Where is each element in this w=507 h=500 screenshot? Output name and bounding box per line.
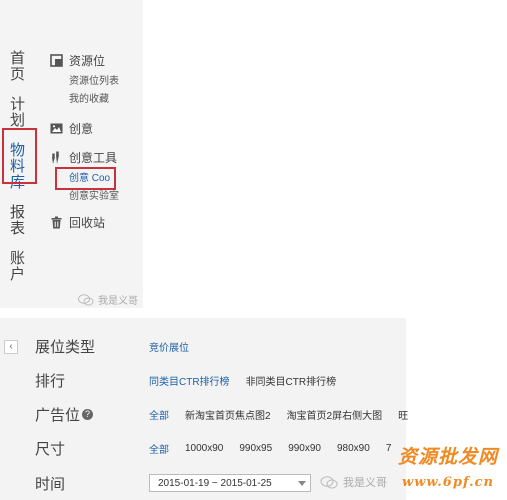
trash-icon: [50, 216, 63, 229]
filter-label: 排行: [35, 372, 66, 390]
filter-label: 展位类型: [35, 338, 96, 356]
filter-label: 广告位 ?: [35, 404, 149, 425]
filter-panel: ‹ 展位类型 竞价展位 排行 同类目CTR排行榜 非同类目CTR排行榜 广告位 …: [0, 318, 408, 500]
group-recycle-bin[interactable]: 回收站: [50, 214, 145, 230]
filter-option[interactable]: 同类目CTR排行榜: [149, 373, 230, 388]
filter-option[interactable]: 990x95: [239, 443, 272, 454]
watermark-text: 我是义哥: [98, 296, 138, 307]
filter-option[interactable]: 非同类目CTR排行榜: [246, 373, 337, 388]
highlight-box-nav: [2, 128, 37, 184]
filter-row-rank: 排行 同类目CTR排行榜 非同类目CTR排行榜: [35, 370, 352, 390]
filter-option[interactable]: 竞价展位: [149, 339, 189, 354]
wechat-icon: [78, 293, 94, 305]
nav-item-home[interactable]: 首页: [8, 50, 25, 82]
watermark-text: 我是义哥: [343, 477, 387, 489]
group-label: 创意工具: [69, 150, 118, 165]
nav-item-plan[interactable]: 计划: [8, 96, 25, 128]
filter-option[interactable]: 淘宝首页2屏右侧大图: [287, 407, 383, 422]
group-label: 创意: [69, 121, 94, 136]
brand-line-2: www.6pf.cn: [402, 475, 494, 490]
filter-option[interactable]: 旺: [398, 407, 408, 422]
help-icon[interactable]: ?: [82, 408, 94, 420]
filter-option[interactable]: 全部: [149, 441, 169, 456]
group-resource-slot[interactable]: 资源位: [50, 52, 145, 68]
group-creative-tools[interactable]: 创意工具: [50, 149, 145, 165]
filter-option[interactable]: 新淘宝首页焦点图2: [185, 407, 271, 422]
filter-option[interactable]: 980x90: [337, 443, 370, 454]
resource-icon: [50, 53, 63, 67]
wechat-icon: [320, 475, 338, 488]
collapse-arrow-icon[interactable]: ‹: [4, 340, 18, 354]
filter-row-size: 尺寸 全部 1000x90 990x95 990x90 980x90 7: [35, 438, 407, 458]
filter-row-slot: 广告位 ? 全部 新淘宝首页焦点图2 淘宝首页2屏右侧大图 旺: [35, 404, 424, 424]
nav-item-report[interactable]: 报表: [8, 204, 25, 236]
filter-option[interactable]: 全部: [149, 407, 169, 422]
date-range-select[interactable]: 2015-01-19 ~ 2015-01-25: [149, 474, 311, 492]
watermark: 我是义哥: [78, 292, 138, 307]
date-range-value: 2015-01-19 ~ 2015-01-25: [158, 477, 272, 489]
filter-row-type: 展位类型 竞价展位: [35, 336, 205, 356]
group-label: 资源位: [69, 53, 106, 68]
filter-row-time: 时间 2015-01-19 ~ 2015-01-25: [35, 473, 311, 493]
nav-item-account[interactable]: 账户: [8, 250, 25, 282]
sub-item-creative-lab[interactable]: 创意实验室: [50, 188, 145, 206]
group-label: 回收站: [69, 215, 106, 230]
filter-label: 尺寸: [35, 440, 66, 458]
sub-item-favorites[interactable]: 我的收藏: [50, 91, 145, 109]
sub-item-resource-list[interactable]: 资源位列表: [50, 73, 145, 91]
group-creative[interactable]: 创意: [50, 120, 145, 136]
bottom-watermark: 我是义哥: [320, 474, 387, 490]
filter-label-text: 广告位: [35, 406, 81, 424]
image-icon: [50, 122, 63, 135]
chevron-down-icon: [298, 480, 306, 486]
filter-option[interactable]: 7: [386, 443, 392, 454]
filter-option[interactable]: 990x90: [288, 443, 321, 454]
sub-nav: 资源位 资源位列表 我的收藏 创意 创意工具 创意 Coo 创意实验室 回收站: [50, 52, 145, 230]
brand-line-1: 资源批发网: [397, 446, 498, 468]
filter-label: 时间: [35, 475, 66, 493]
highlight-box-sub: [55, 167, 116, 190]
site-brand-watermark: 资源批发网 www.6pf.cn: [393, 442, 503, 490]
filter-option[interactable]: 1000x90: [185, 443, 223, 454]
brush-tools-icon: [50, 151, 63, 164]
